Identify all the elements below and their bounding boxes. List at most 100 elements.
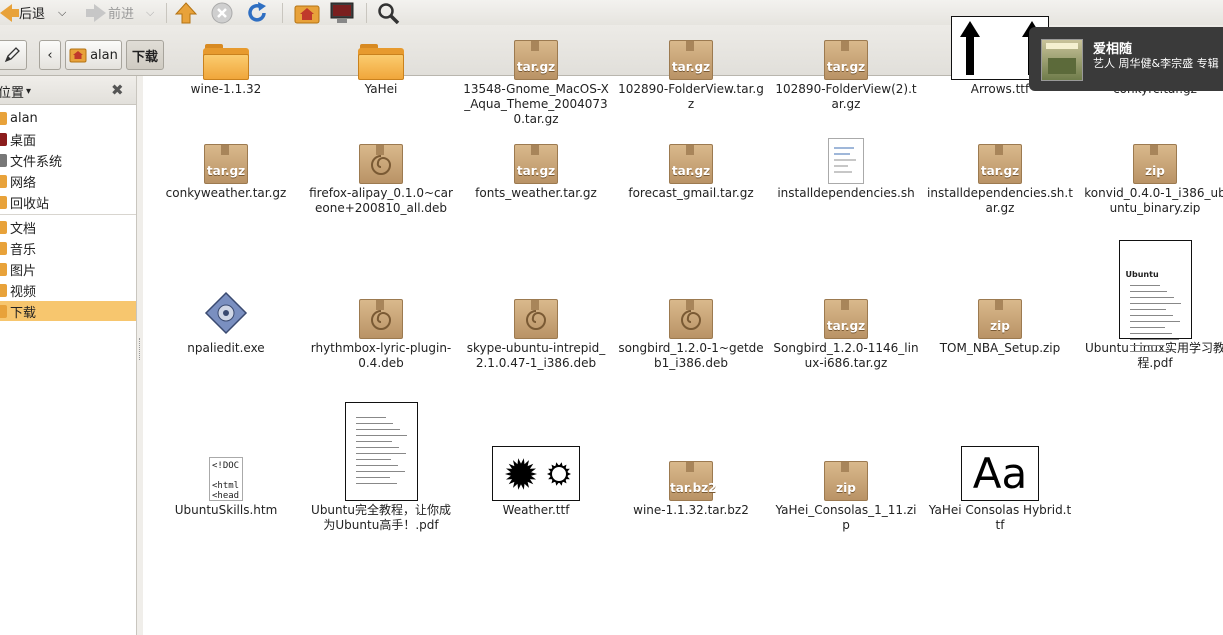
file-name-label: skype-ubuntu-intrepid_2.1.0.47-1_i386.de… — [466, 341, 606, 370]
file-name-label: Ubuntu完全教程，让你成为Ubuntu高手！.pdf — [311, 503, 451, 532]
place-folder-icon — [0, 195, 7, 209]
archive-zip-icon: zip — [925, 299, 1075, 339]
sidebar-item-label: 视频 — [10, 284, 37, 300]
script-file-icon — [771, 138, 921, 184]
file-item[interactable]: skype-ubuntu-intrepid_2.1.0.47-1_i386.de… — [461, 299, 611, 371]
pdf-thumbnail-icon: Ubuntu — [1080, 240, 1223, 352]
file-item[interactable]: tar.gz conkyweather.tar.gz — [151, 144, 301, 201]
file-name-label: forecast_gmail.tar.gz — [628, 186, 754, 200]
file-name-label: YaHei_Consolas_1_11.zip — [775, 503, 917, 532]
archive-tar-gz-icon: tar.gz — [151, 144, 301, 184]
album-cover-icon — [1041, 39, 1083, 81]
sidebar-mode-selector[interactable]: 位置 ▾ — [0, 82, 31, 101]
file-item[interactable]: songbird_1.2.0-1~getdeb1_i386.deb — [616, 299, 766, 371]
back-history-dropdown[interactable]: ⌵ — [58, 1, 66, 24]
sidebar-item-places-2[interactable]: 文件系统 — [0, 150, 136, 170]
file-name-label: wine-1.1.32.tar.bz2 — [633, 503, 749, 517]
file-name-label: songbird_1.2.0-1~getdeb1_i386.deb — [618, 341, 764, 370]
archive-zip-icon: zip — [1080, 144, 1223, 184]
file-name-label: npaliedit.exe — [187, 341, 265, 355]
archive-tar-gz-icon: tar.gz — [925, 144, 1075, 184]
font-preview-icon: Aa — [925, 446, 1075, 501]
debian-package-icon — [306, 299, 456, 339]
chevron-down-icon: ⌵ — [58, 5, 67, 19]
file-name-label: konvid_0.4.0-1_i386_ubuntu_binary.zip — [1084, 186, 1223, 215]
file-item[interactable]: tar.gz fonts_weather.tar.gz — [461, 144, 611, 201]
place-folder-icon — [0, 220, 7, 234]
archive-tar-gz-icon: tar.gz — [771, 299, 921, 339]
debian-package-icon — [306, 144, 456, 184]
file-name-label: YaHei Consolas Hybrid.ttf — [928, 503, 1072, 532]
file-item[interactable]: rhythmbox-lyric-plugin-0.4.deb — [306, 299, 456, 371]
sidebar-item-label: 下载 — [10, 305, 37, 321]
sidebar-item-bookmarks-1[interactable]: 音乐 — [0, 238, 136, 258]
sidebar: 位置 ▾ ✖ alan 桌面文件系统 网络回收站 文档音乐图片视频下载 — [0, 76, 137, 635]
file-item[interactable]: Weather.ttf — [461, 446, 611, 518]
sidebar-item-label: 图片 — [10, 263, 37, 279]
file-name-label: installdependencies.sh — [777, 186, 915, 200]
file-item[interactable]: <!DOC <html <head UbuntuSkills.htm — [151, 457, 301, 518]
sidebar-item-label: 文件系统 — [10, 154, 63, 170]
sidebar-item-places-1[interactable]: 桌面 — [0, 129, 136, 149]
sidebar-divider — [0, 214, 136, 215]
sidebar-item-label: 回收站 — [10, 196, 50, 212]
sidebar-item-label: alan — [10, 110, 38, 126]
sidebar-item-places-4[interactable]: 回收站 — [0, 192, 136, 212]
file-item[interactable]: installdependencies.sh — [771, 138, 921, 201]
music-notification[interactable]: 爱相随 艺人 周华健&李宗盛 专辑 — [1029, 27, 1223, 91]
archive-tar-bz2-icon: tar.bz2 — [616, 461, 766, 501]
file-item[interactable]: tar.gz installdependencies.sh.tar.gz — [925, 144, 1075, 216]
forward-button[interactable]: 前进 — [86, 1, 134, 24]
file-item[interactable]: zip TOM_NBA_Setup.zip — [925, 299, 1075, 356]
file-name-label: Weather.ttf — [502, 503, 570, 517]
sidebar-item-places-3[interactable]: 网络 — [0, 171, 136, 191]
sidebar-item-places-0[interactable]: alan — [0, 108, 136, 128]
place-folder-icon — [0, 132, 7, 146]
sidebar-item-bookmarks-3[interactable]: 视频 — [0, 280, 136, 300]
forward-label: 前进 — [108, 7, 135, 22]
place-folder-icon — [0, 241, 7, 255]
place-folder-icon — [0, 111, 7, 125]
sidebar-item-label: 音乐 — [10, 242, 37, 258]
sidebar-mode-label: 位置 — [0, 86, 25, 101]
file-item[interactable]: firefox-alipay_0.1.0~careone+200810_all.… — [306, 144, 456, 216]
breadcrumb-home[interactable]: alan — [65, 40, 122, 70]
breadcrumb-home-label: alan — [90, 47, 118, 63]
file-item[interactable]: tar.gz forecast_gmail.tar.gz — [616, 144, 766, 201]
breadcrumb-left-scroll[interactable]: ‹ — [39, 40, 61, 70]
place-folder-icon — [0, 304, 7, 318]
file-name-label: TOM_NBA_Setup.zip — [939, 341, 1061, 355]
notification-subtitle: 艺人 周华健&李宗盛 专辑 — [1093, 57, 1219, 70]
file-item[interactable]: npaliedit.exe — [151, 291, 301, 356]
sidebar-item-bookmarks-0[interactable]: 文档 — [0, 217, 136, 237]
sidebar-header: 位置 ▾ ✖ — [0, 76, 136, 105]
file-item[interactable]: tar.bz2 wine-1.1.32.tar.bz2 — [616, 461, 766, 518]
chevron-left-icon: ‹ — [47, 47, 53, 63]
edit-location-button[interactable] — [0, 40, 27, 70]
archive-tar-gz-icon: tar.gz — [461, 144, 611, 184]
home-folder-icon — [69, 48, 87, 63]
pdf-thumbnail-icon — [306, 402, 456, 501]
debian-package-icon — [616, 299, 766, 339]
sidebar-item-bookmarks-2[interactable]: 图片 — [0, 259, 136, 279]
file-item[interactable]: zip konvid_0.4.0-1_i386_ubuntu_binary.zip — [1080, 144, 1223, 216]
file-name-label: firefox-alipay_0.1.0~careone+200810_all.… — [309, 186, 453, 215]
file-item[interactable]: tar.gz Songbird_1.2.0-1146_linux-i686.tar… — [771, 299, 921, 371]
file-item[interactable]: Ubuntu Ubuntu Linux实用学习教程.pdf — [1080, 240, 1223, 371]
file-item[interactable]: Aa YaHei Consolas Hybrid.ttf — [925, 446, 1075, 533]
archive-tar-gz-icon: tar.gz — [616, 144, 766, 184]
file-item[interactable]: zip YaHei_Consolas_1_11.zip — [771, 461, 921, 533]
close-sidebar-button[interactable]: ✖ — [111, 81, 124, 99]
file-name-label: fonts_weather.tar.gz — [475, 186, 597, 200]
place-folder-icon — [0, 174, 7, 188]
sidebar-item-bookmarks-4[interactable]: 下载 — [0, 301, 136, 321]
sidebar-item-label: 文档 — [10, 221, 37, 237]
pencil-icon — [4, 47, 20, 63]
debian-package-icon — [461, 299, 611, 339]
file-icon-view: wine-1.1.32 YaHei tar.gz 13548-Gnome_MacOS-… — [143, 16, 1223, 635]
executable-icon — [151, 291, 301, 339]
file-item[interactable]: Ubuntu完全教程，让你成为Ubuntu高手！.pdf — [306, 402, 456, 533]
back-button[interactable]: 后退 — [0, 1, 45, 24]
back-label: 后退 — [19, 7, 46, 22]
file-name-label: UbuntuSkills.htm — [174, 503, 278, 517]
